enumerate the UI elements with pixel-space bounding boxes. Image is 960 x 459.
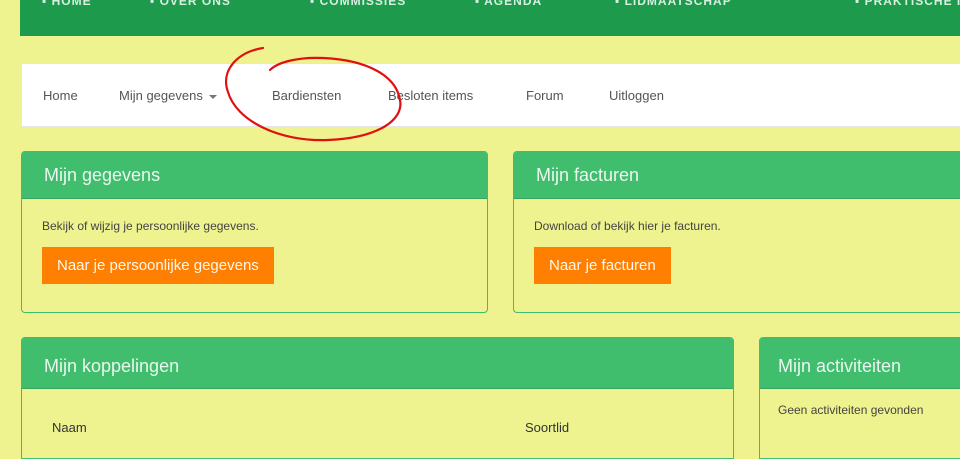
panel-mijn-activiteiten: Mijn activiteiten Geen activiteiten gevo… [759,337,960,459]
topbar-item-lidmaatschap[interactable]: ▪ LIDMAATSCHAP [615,0,732,8]
annotation-circle [225,46,402,142]
panel-text-mijn-facturen: Download of bekijk hier je facturen. [534,219,721,233]
topbar-item-agenda[interactable]: ▪ AGENDA [475,0,542,8]
topbar-item-home[interactable]: ▪ HOME [42,0,92,8]
nav-forum[interactable]: Forum [526,88,564,103]
panel-text-mijn-gegevens: Bekijk of wijzig je persoonlijke gegeven… [42,219,259,233]
naar-persoonlijke-gegevens-button[interactable]: Naar je persoonlijke gegevens [42,247,274,284]
topbar-item-commissies[interactable]: ▪ COMMISSIES [310,0,406,8]
panel-title-mijn-activiteiten: Mijn activiteiten [760,338,960,389]
nav-uitloggen[interactable]: Uitloggen [609,88,664,103]
nav-mijn-gegevens-label: Mijn gegevens [119,88,203,103]
panel-mijn-koppelingen: Mijn koppelingen Naam Soortlid [21,337,734,459]
naar-facturen-button[interactable]: Naar je facturen [534,247,671,284]
caret-down-icon [208,94,217,99]
panel-text-mijn-activiteiten: Geen activiteiten gevonden [778,403,924,417]
nav-mijn-gegevens[interactable]: Mijn gegevens [119,88,217,103]
panel-mijn-gegevens: Mijn gegevens Bekijk of wijzig je persoo… [21,151,488,313]
topbar-item-over-ons[interactable]: ▪ OVER ONS [150,0,231,8]
panel-mijn-facturen: Mijn facturen Download of bekijk hier je… [513,151,960,313]
top-banner: ▪ HOME ▪ OVER ONS ▪ COMMISSIES ▪ AGENDA … [20,0,960,36]
topbar-item-praktische-info[interactable]: ▪ PRAKTISCHE INFO [855,0,960,8]
column-header-naam: Naam [52,420,87,435]
panel-title-mijn-koppelingen: Mijn koppelingen [22,338,733,389]
member-navbar: Home Mijn gegevens Bardiensten Besloten … [22,63,960,127]
column-header-soortlid: Soortlid [525,420,570,435]
nav-home[interactable]: Home [43,88,78,103]
panel-title-mijn-facturen: Mijn facturen [514,152,960,199]
panel-title-mijn-gegevens: Mijn gegevens [22,152,487,199]
